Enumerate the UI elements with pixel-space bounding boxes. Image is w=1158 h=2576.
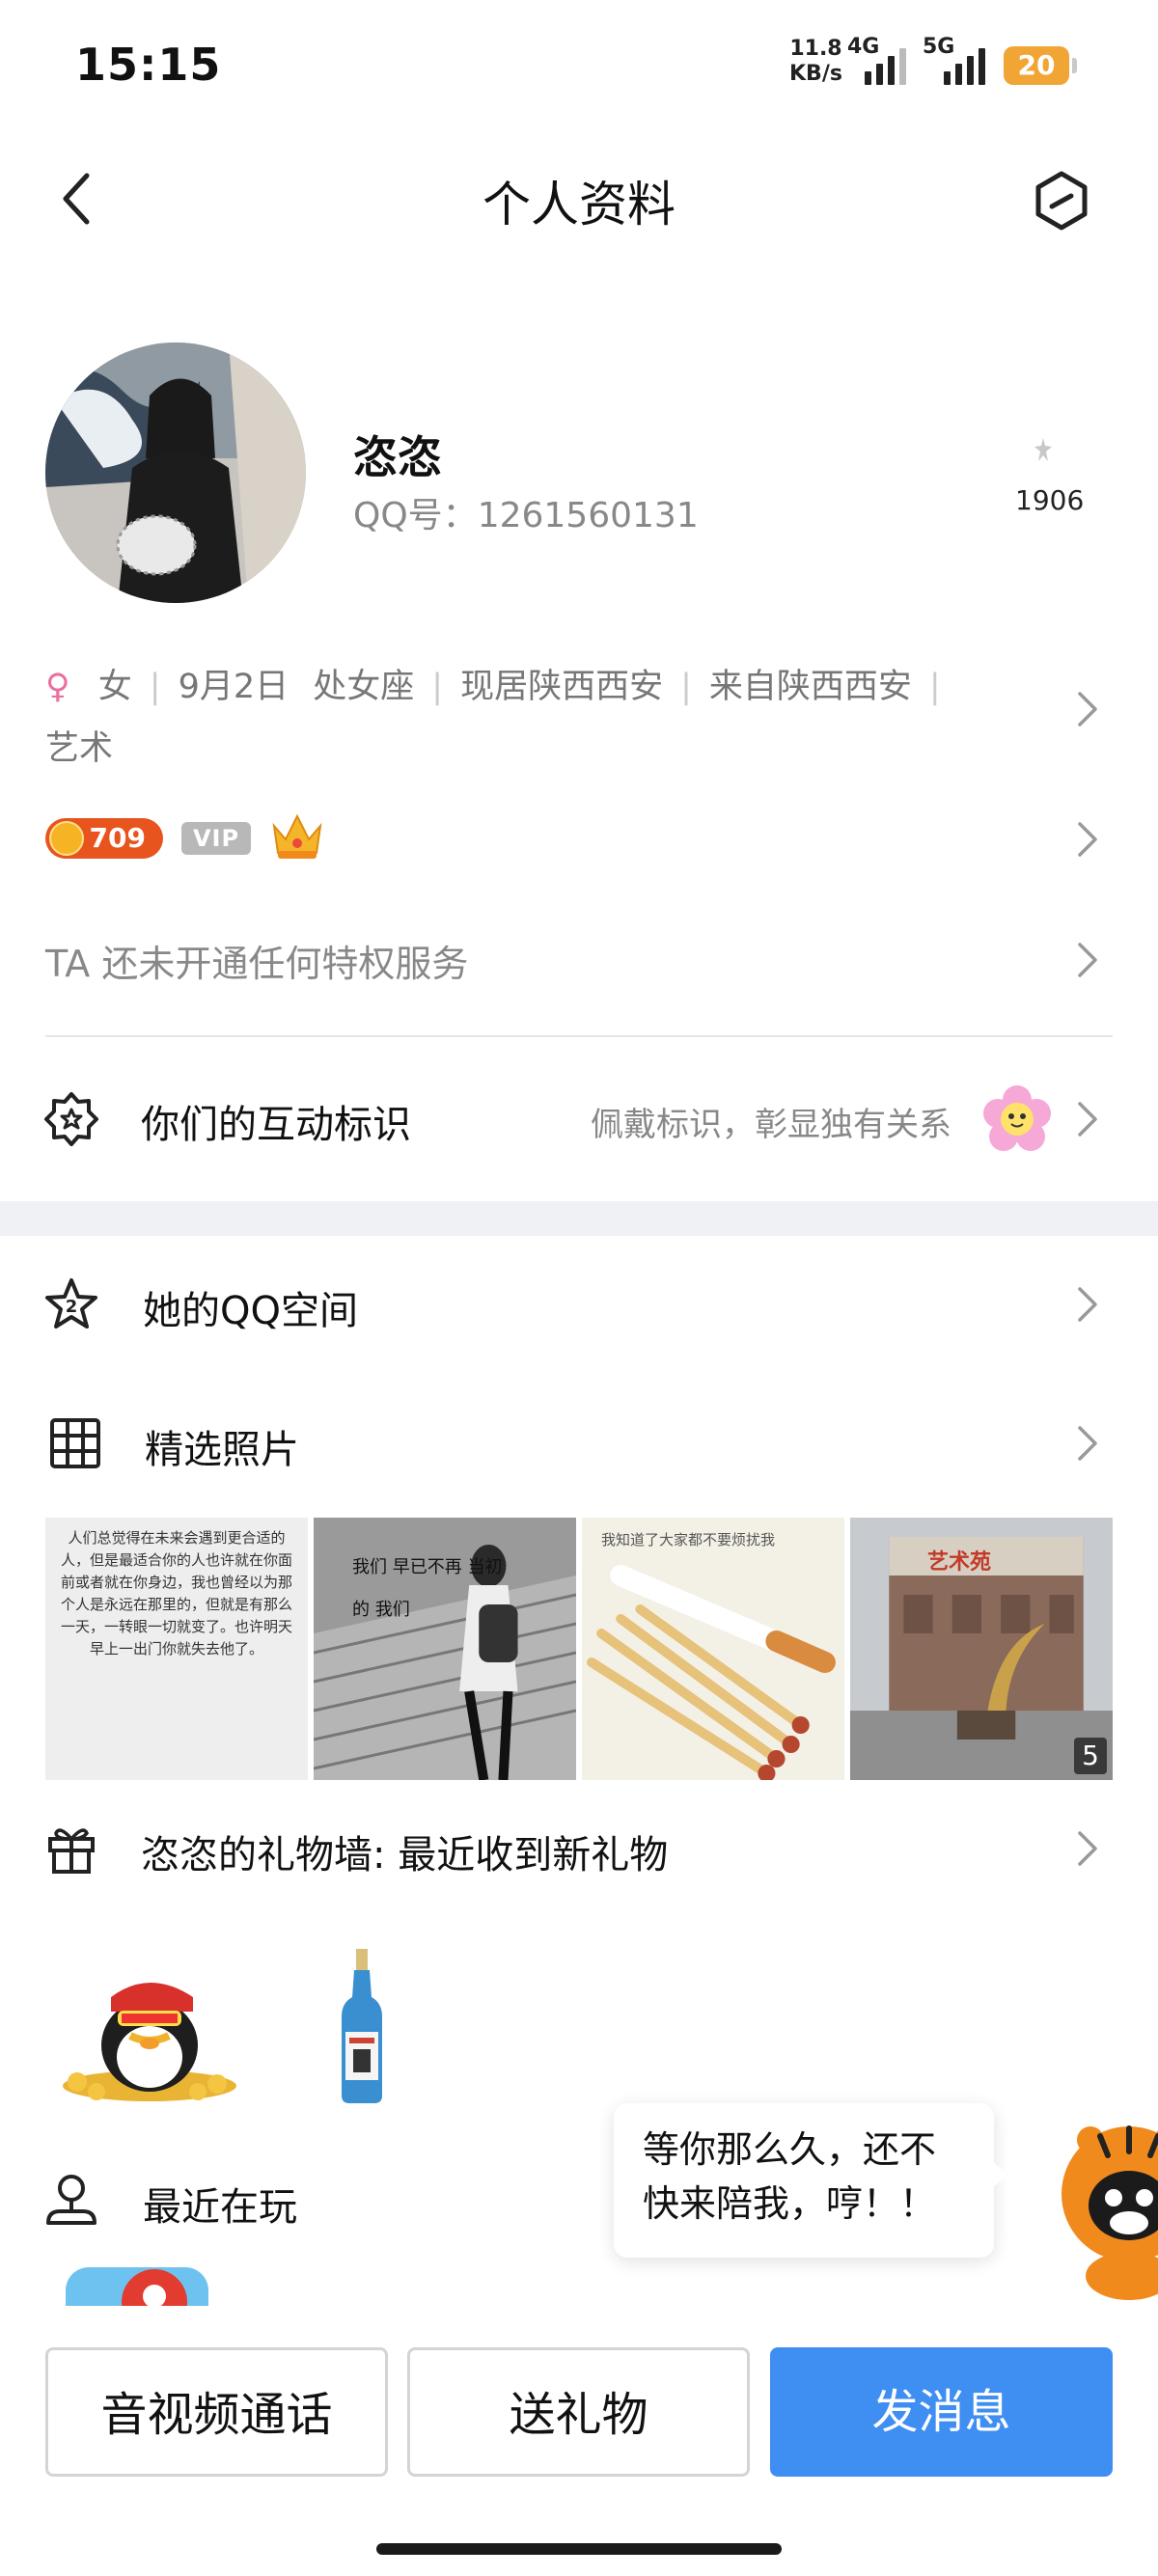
location-game-icon bbox=[44, 2171, 98, 2229]
speed-unit: KB/s bbox=[789, 62, 842, 86]
gift-icon bbox=[44, 1822, 98, 1876]
level-value: 709 bbox=[89, 822, 146, 854]
like-icon[interactable] bbox=[1033, 436, 1054, 470]
photo-item[interactable]: 我知道了大家都不要烦扰我 bbox=[582, 1518, 844, 1780]
gift-bottle-icon[interactable] bbox=[340, 1949, 384, 2103]
battery-icon: 20 bbox=[1004, 46, 1077, 85]
privilege-status[interactable]: TA 还未开通任何特权服务 bbox=[45, 934, 468, 987]
badge-star-icon bbox=[42, 1090, 100, 1148]
level-badge[interactable]: 709 bbox=[45, 818, 163, 859]
qq-label: QQ号： bbox=[353, 496, 478, 535]
qzone-label[interactable]: 她的QQ空间 bbox=[143, 1279, 358, 1335]
chevron-right-icon[interactable] bbox=[1076, 1285, 1099, 1324]
photo-text: 艺术苑 bbox=[927, 1550, 992, 1575]
photo-text: 人们总觉得在未来会遇到更合适的人，但是最适合你的人也许就在你面前或者就在你身边，… bbox=[60, 1529, 292, 1658]
photo-item[interactable]: 艺术苑 5 bbox=[850, 1518, 1113, 1780]
photo-item[interactable]: 我们 早已不再 当初的 我们 bbox=[314, 1518, 576, 1780]
sun-coin-icon bbox=[49, 821, 84, 856]
profile-name: 恣恣 bbox=[353, 431, 442, 483]
qq-value: 1261560131 bbox=[477, 496, 699, 535]
chevron-right-icon[interactable] bbox=[1076, 1424, 1099, 1463]
speed-value: 11.8 bbox=[789, 37, 842, 61]
recent-playing-label[interactable]: 最近在玩 bbox=[143, 2176, 297, 2232]
crown-icon[interactable] bbox=[268, 807, 326, 864]
signal-icon-2 bbox=[944, 48, 985, 85]
flower-mascot-icon bbox=[982, 1084, 1052, 1154]
photo-strip: 人们总觉得在未来会遇到更合适的人，但是最适合你的人也许就在你面前或者就在你身边，… bbox=[45, 1518, 1113, 1780]
svg-text:2: 2 bbox=[66, 1297, 78, 1317]
chevron-right-icon[interactable] bbox=[1076, 690, 1099, 728]
gift-wall-label[interactable]: 恣恣的礼物墙: 最近收到新礼物 bbox=[141, 1823, 668, 1879]
qzone-star-icon: 2 bbox=[42, 1275, 100, 1333]
photo-text: 我知道了大家都不要烦扰我 bbox=[601, 1531, 776, 1548]
zodiac: 处女座 bbox=[313, 668, 415, 706]
gender: 女 bbox=[97, 668, 132, 706]
network-speed: 11.8 KB/s bbox=[789, 37, 842, 87]
photos-label[interactable]: 精选照片 bbox=[145, 1418, 299, 1474]
status-time: 15:15 bbox=[75, 39, 222, 91]
chevron-right-icon[interactable] bbox=[1076, 820, 1099, 859]
chevron-right-icon[interactable] bbox=[1076, 1100, 1099, 1138]
interaction-mark-hint[interactable]: 佩戴标识，彰显独有关系 bbox=[591, 1098, 951, 1145]
vip-badge[interactable]: VIP bbox=[181, 822, 251, 855]
hometown: 来自陕西西安 bbox=[708, 668, 912, 706]
settings-button[interactable] bbox=[1031, 170, 1092, 232]
send-message-button[interactable]: 发消息 bbox=[770, 2347, 1113, 2477]
av-call-button[interactable]: 音视频通话 bbox=[45, 2347, 388, 2477]
chat-bubble[interactable]: 等你那么久，还不 快来陪我，哼！！ bbox=[614, 2103, 1007, 2258]
signal-icon bbox=[865, 48, 906, 85]
tiger-mascot-icon[interactable] bbox=[1062, 2117, 1158, 2300]
home-indicator[interactable] bbox=[376, 2543, 782, 2555]
photo-text: 我们 早已不再 当初的 我们 bbox=[352, 1557, 503, 1620]
photo-item[interactable]: 人们总觉得在未来会遇到更合适的人，但是最适合你的人也许就在你面前或者就在你身边，… bbox=[45, 1518, 308, 1780]
interaction-mark-label[interactable]: 你们的互动标识 bbox=[141, 1093, 411, 1149]
chevron-right-icon[interactable] bbox=[1076, 941, 1099, 979]
birthday: 9月2日 bbox=[178, 668, 290, 706]
female-icon: ♀ bbox=[45, 668, 70, 706]
chevron-right-icon[interactable] bbox=[1076, 1829, 1099, 1868]
profile-info[interactable]: ♀ 女 | 9月2日 处女座 | 现居陕西西安 | 来自陕西西安 | 艺术 bbox=[45, 656, 1010, 780]
send-gift-button[interactable]: 送礼物 bbox=[407, 2347, 750, 2477]
hexagon-settings-icon bbox=[1035, 171, 1088, 231]
like-count[interactable]: 1906 bbox=[1015, 484, 1084, 516]
qq-number: QQ号：1261560131 bbox=[353, 487, 699, 537]
recent-game-icon[interactable] bbox=[66, 2267, 208, 2306]
grid-icon bbox=[48, 1416, 102, 1470]
bubble-line-2: 快来陪我，哼！！ bbox=[643, 2182, 937, 2225]
page-title: 个人资料 bbox=[482, 177, 676, 233]
divider bbox=[45, 1035, 1113, 1037]
section-separator bbox=[0, 1201, 1158, 1236]
avatar[interactable] bbox=[45, 343, 306, 603]
profession: 艺术 bbox=[45, 729, 114, 768]
location: 现居陕西西安 bbox=[460, 668, 664, 706]
bubble-line-1: 等你那么久，还不 bbox=[643, 2128, 937, 2171]
photo-count: 5 bbox=[1074, 1738, 1107, 1774]
gift-penguin-icon[interactable] bbox=[58, 1968, 241, 2103]
